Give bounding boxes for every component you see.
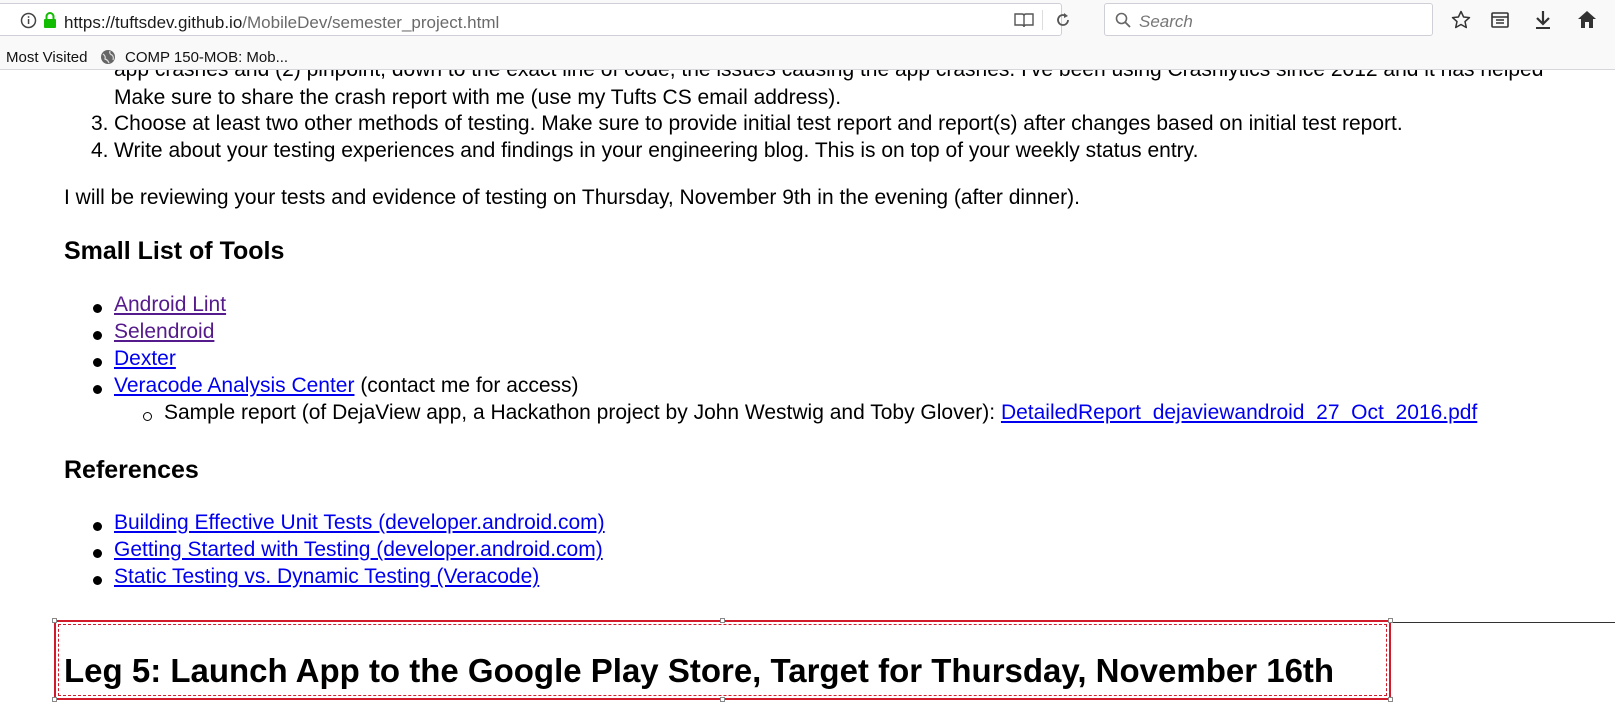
reference-link[interactable]: Getting Started with Testing (developer.… xyxy=(114,538,603,562)
bullet xyxy=(93,385,102,394)
bullet xyxy=(93,331,102,340)
selection-handle[interactable] xyxy=(720,697,725,702)
url-path: /MobileDev/semester_project.html xyxy=(242,13,500,32)
veracode-suffix: (contact me for access) xyxy=(354,374,579,397)
lock-icon xyxy=(43,12,57,34)
list-item: Write about your testing experiences and… xyxy=(114,139,1199,162)
link-sample-report-pdf[interactable]: DetailedReport_dejaviewandroid_27_Oct_20… xyxy=(1001,401,1477,424)
home-icon[interactable] xyxy=(1577,10,1597,34)
partial-list-text-1: app crashes and (2) pinpoint, down to th… xyxy=(114,70,1543,82)
bookmark-most-visited[interactable]: Most Visited xyxy=(6,49,87,66)
bullet xyxy=(93,522,102,531)
browser-toolbar: https://tuftsdev.github.io/MobileDev/sem… xyxy=(0,0,1615,44)
reload-icon[interactable] xyxy=(1055,12,1071,33)
search-icon xyxy=(1115,12,1131,33)
references-heading: References xyxy=(64,456,199,484)
reference-link[interactable]: Building Effective Unit Tests (developer… xyxy=(114,511,605,535)
library-icon[interactable] xyxy=(1491,11,1509,34)
tools-heading: Small List of Tools xyxy=(64,237,285,265)
link-android-lint[interactable]: Android Lint xyxy=(114,293,226,317)
separator xyxy=(1042,10,1043,30)
download-icon[interactable] xyxy=(1534,10,1552,35)
selection-handle[interactable] xyxy=(1388,618,1393,623)
globe-icon xyxy=(100,49,116,69)
circle-bullet xyxy=(143,412,152,421)
bullet xyxy=(93,576,102,585)
leg5-heading: Leg 5: Launch App to the Google Play Sto… xyxy=(64,652,1335,689)
partial-list-text-2: Make sure to share the crash report with… xyxy=(114,86,842,109)
list-item: Choose at least two other methods of tes… xyxy=(114,112,1403,135)
bullet xyxy=(93,549,102,558)
url-host: https://tuftsdev.github.io xyxy=(64,13,243,32)
link-dexter[interactable]: Dexter xyxy=(114,347,176,371)
search-placeholder: Search xyxy=(1139,12,1193,31)
list-number: 4. xyxy=(91,139,109,162)
url-text[interactable]: https://tuftsdev.github.io/MobileDev/sem… xyxy=(64,13,499,33)
sample-report-item: Sample report (of DejaView app, a Hackat… xyxy=(164,401,1477,425)
selection-handle[interactable] xyxy=(52,618,57,623)
selection-handle[interactable] xyxy=(1388,697,1393,702)
site-info-icon[interactable] xyxy=(20,12,37,34)
bullet xyxy=(93,304,102,313)
selection-handle[interactable] xyxy=(720,618,725,623)
selection-handle[interactable] xyxy=(52,697,57,702)
horizontal-rule xyxy=(1390,622,1615,623)
search-bar[interactable]: Search xyxy=(1104,3,1433,36)
link-veracode[interactable]: Veracode Analysis Center xyxy=(114,374,354,397)
bullet xyxy=(93,358,102,367)
veracode-list-item: Veracode Analysis Center (contact me for… xyxy=(114,374,579,398)
bookmark-star-icon[interactable] xyxy=(1451,10,1471,35)
review-paragraph: I will be reviewing your tests and evide… xyxy=(64,186,1080,209)
sample-report-text: Sample report (of DejaView app, a Hackat… xyxy=(164,401,1001,424)
bookmarks-toolbar: Most Visited COMP 150-MOB: Mob... xyxy=(0,44,1615,70)
url-bar[interactable]: https://tuftsdev.github.io/MobileDev/sem… xyxy=(0,3,1069,36)
bookmark-comp150[interactable]: COMP 150-MOB: Mob... xyxy=(125,49,288,66)
reference-link[interactable]: Static Testing vs. Dynamic Testing (Vera… xyxy=(114,565,539,589)
link-selendroid[interactable]: Selendroid xyxy=(114,320,214,344)
reader-view-icon[interactable] xyxy=(1014,13,1034,33)
list-number: 3. xyxy=(91,112,109,135)
